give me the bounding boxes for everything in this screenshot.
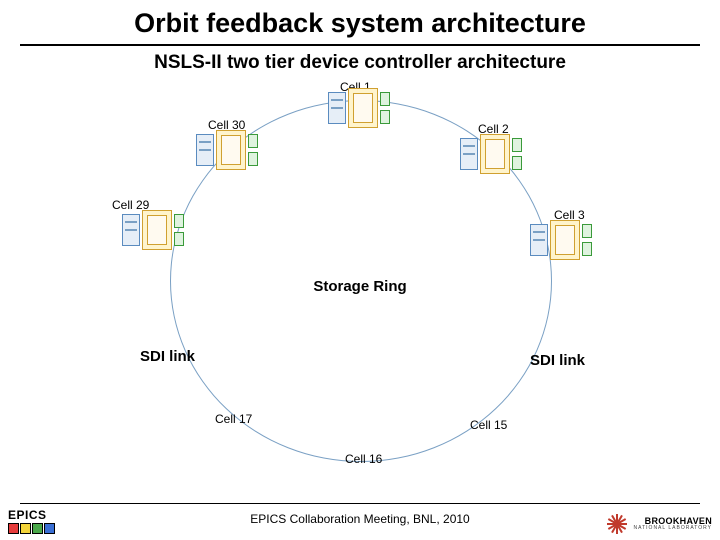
cell-node-29: [122, 210, 192, 250]
brookhaven-logo-icon: [607, 514, 627, 534]
footer-divider: [20, 503, 700, 504]
cell-node-30: [196, 130, 266, 170]
epics-logo-text: EPICS: [8, 508, 56, 522]
cell-label-15: Cell 15: [470, 418, 507, 432]
brookhaven-logo: BROOKHAVEN NATIONAL LABORATORY: [602, 514, 712, 534]
brookhaven-logo-line2: NATIONAL LABORATORY: [634, 526, 712, 531]
cell-node-3: [530, 220, 600, 260]
architecture-diagram: Storage Ring Cell 1 Cell 30 Cell 2 Cell …: [60, 80, 660, 480]
sdi-link-right: SDI link: [530, 352, 585, 369]
epics-logo-squares: [8, 523, 56, 534]
sdi-link-left: SDI link: [140, 348, 195, 365]
storage-ring-label: Storage Ring: [60, 278, 660, 295]
cell-label-16: Cell 16: [345, 452, 382, 466]
title-underline: [20, 44, 700, 46]
cell-node-1: [328, 88, 398, 128]
epics-logo: EPICS: [8, 508, 56, 534]
cell-label-17: Cell 17: [215, 412, 252, 426]
slide-title: Orbit feedback system architecture: [50, 8, 670, 39]
cell-node-2: [460, 134, 530, 174]
slide: Orbit feedback system architecture NSLS-…: [0, 0, 720, 540]
slide-subtitle: NSLS-II two tier device controller archi…: [50, 52, 670, 74]
